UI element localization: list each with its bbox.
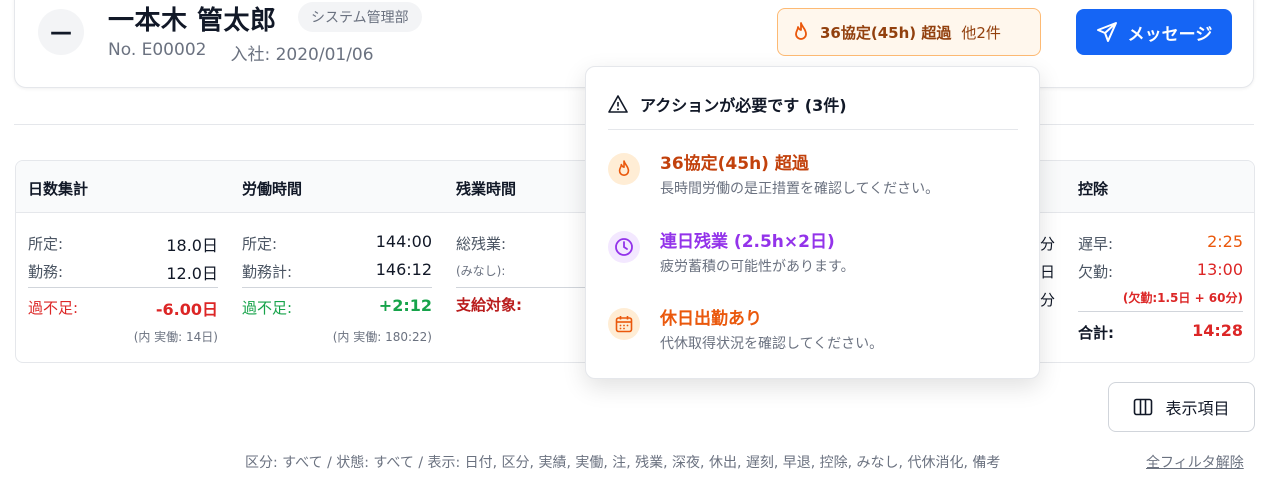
deduction-absence-label: 欠勤: bbox=[1078, 263, 1114, 281]
department-badge: システム管理部 bbox=[298, 2, 422, 32]
display-columns-button[interactable]: 表示項目 bbox=[1108, 382, 1255, 432]
days-scheduled-value: 18.0日 bbox=[166, 236, 218, 255]
clear-all-filters-link[interactable]: 全フィルタ解除 bbox=[1146, 452, 1244, 472]
action-icon-wrap bbox=[608, 231, 640, 263]
action-desc: 長時間労働の是正措置を確認してください。 bbox=[660, 181, 940, 197]
employee-number: No. E00002 bbox=[108, 40, 207, 60]
overtime-deemed-label: (みなし): bbox=[456, 264, 506, 278]
display-columns-label: 表示項目 bbox=[1165, 399, 1230, 418]
days-divider bbox=[28, 287, 218, 288]
worktime-actual-note: (内 実働: 180:22) bbox=[332, 330, 432, 344]
worktime-total-label: 勤務計: bbox=[242, 263, 293, 281]
alert-chip-more: 他2件 bbox=[961, 23, 1001, 42]
flame-icon bbox=[795, 22, 807, 40]
worktime-diff-value: +2:12 bbox=[378, 296, 432, 315]
action-item-overtime-limit[interactable]: 36協定(45h) 超過 長時間労働の是正措置を確認してください。 bbox=[608, 149, 1028, 205]
popover-divider bbox=[608, 129, 1018, 130]
join-date: 入社: 2020/01/06 bbox=[230, 45, 374, 65]
col-overtime-title: 残業時間 bbox=[456, 180, 517, 198]
clock-icon bbox=[615, 238, 633, 256]
hidden-col-fragment-1: 分 bbox=[1040, 235, 1056, 253]
columns-icon bbox=[1134, 398, 1153, 416]
days-diff-label: 過不足: bbox=[28, 299, 79, 317]
action-item-consecutive-overtime[interactable]: 連日残業 (2.5h×2日) 疲労蓄積の可能性があります。 bbox=[608, 227, 1028, 283]
alert-chip[interactable]: 36協定(45h) 超過 他2件 bbox=[777, 8, 1041, 56]
hidden-col-fragment-3: 分 bbox=[1040, 291, 1056, 309]
action-icon-wrap bbox=[608, 308, 640, 340]
flame-icon bbox=[618, 160, 630, 177]
action-desc: 代休取得状況を確認してください。 bbox=[660, 336, 884, 352]
days-worked-value: 12.0日 bbox=[166, 264, 218, 283]
alert-chip-label: 36協定(45h) 超過 bbox=[820, 23, 952, 42]
deduction-late-value: 2:25 bbox=[1207, 232, 1243, 251]
calendar-icon bbox=[615, 316, 633, 333]
employee-name: 一本木 管太郎 bbox=[108, 6, 277, 36]
col-deduction-title: 控除 bbox=[1078, 180, 1109, 198]
overtime-total-label: 総残業: bbox=[456, 235, 507, 253]
active-filter-summary: 区分: すべて / 状態: すべて / 表示: 日付, 区分, 実績, 実働, … bbox=[245, 455, 1001, 471]
action-required-popover: アクションが必要です (3件) 36協定(45h) 超過 長時間労働の是正措置を… bbox=[585, 66, 1040, 379]
worktime-scheduled-label: 所定: bbox=[242, 235, 278, 253]
hidden-col-fragment-2: 日 bbox=[1040, 263, 1056, 281]
col-days-title: 日数集計 bbox=[28, 180, 89, 198]
days-scheduled-label: 所定: bbox=[28, 235, 64, 253]
deduction-absence-note: (欠勤:1.5日 + 60分) bbox=[1122, 291, 1243, 305]
deduction-absence-value: 13:00 bbox=[1196, 260, 1243, 279]
days-actual-note: (内 実働: 14日) bbox=[133, 330, 218, 344]
worktime-total-value: 146:12 bbox=[375, 260, 432, 279]
deduction-late-label: 遅早: bbox=[1078, 235, 1114, 253]
deduction-total-label: 合計: bbox=[1078, 324, 1114, 342]
popover-title-row: アクションが必要です (3件) bbox=[608, 92, 847, 116]
days-diff-value: -6.00日 bbox=[155, 300, 218, 319]
deduction-divider bbox=[1078, 311, 1243, 312]
days-worked-label: 勤務: bbox=[28, 263, 64, 281]
worktime-divider bbox=[242, 287, 432, 288]
action-title: 連日残業 (2.5h×2日) bbox=[660, 232, 835, 252]
send-icon bbox=[1096, 22, 1117, 42]
deduction-total-value: 14:28 bbox=[1192, 321, 1243, 340]
collapse-button[interactable]: — bbox=[38, 9, 84, 55]
action-item-holiday-work[interactable]: 休日出勤あり 代休取得状況を確認してください。 bbox=[608, 304, 1028, 360]
warning-icon bbox=[608, 95, 628, 113]
worktime-diff-label: 過不足: bbox=[242, 299, 293, 317]
col-worktime-title: 労働時間 bbox=[242, 180, 303, 198]
popover-title: アクションが必要です (3件) bbox=[640, 96, 847, 115]
action-title: 36協定(45h) 超過 bbox=[660, 154, 809, 174]
action-icon-wrap bbox=[608, 153, 640, 185]
message-button[interactable]: メッセージ bbox=[1076, 9, 1232, 55]
overtime-divider bbox=[456, 287, 596, 288]
employee-meta: No. E00002 入社: 2020/01/06 bbox=[108, 40, 374, 65]
action-desc: 疲労蓄積の可能性があります。 bbox=[660, 259, 855, 275]
message-button-label: メッセージ bbox=[1127, 24, 1213, 45]
worktime-scheduled-value: 144:00 bbox=[375, 232, 432, 251]
overtime-payable-label: 支給対象: bbox=[456, 296, 522, 314]
action-title: 休日出勤あり bbox=[660, 309, 762, 329]
